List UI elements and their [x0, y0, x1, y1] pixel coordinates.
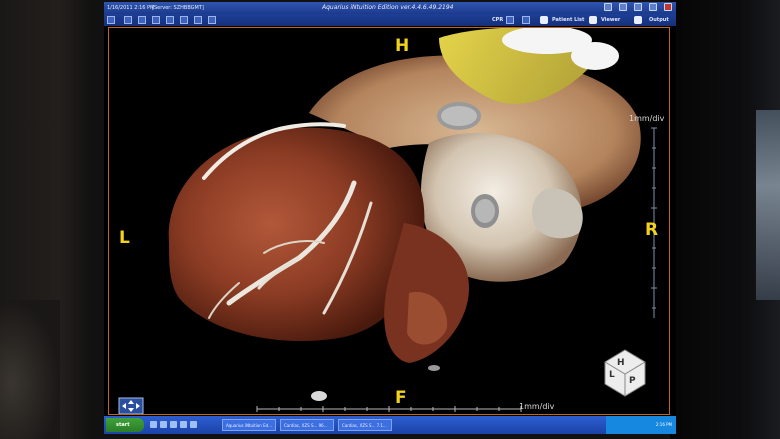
quick-launch-icon[interactable] [180, 421, 187, 428]
quick-launch-icon[interactable] [150, 421, 157, 428]
function-icon[interactable] [522, 16, 530, 24]
system-tray-clock: 2:16 PM [606, 416, 676, 434]
rotate-tool-icon[interactable] [180, 16, 188, 24]
taskbar-item[interactable]: Cardiac, XZS S... 7.1... [338, 419, 392, 431]
zoom-tool-icon[interactable] [124, 16, 132, 24]
scale-bottom-label: 1mm/div [519, 402, 555, 411]
viewer-toolbar: CPR Patient List Viewer Output [104, 14, 676, 26]
annotate-tool-icon[interactable] [208, 16, 216, 24]
os-taskbar: start Aquarius iNtuition Ed... Cardiac, … [104, 416, 676, 434]
server-name: [Server: SZHBBGMT] [152, 5, 204, 11]
heart-volume-render [118, 28, 657, 414]
quick-launch-icon[interactable] [190, 421, 197, 428]
patient-list-button[interactable]: Patient List [552, 14, 584, 26]
arrows-tool-icon[interactable] [107, 16, 115, 24]
start-button[interactable]: start [106, 418, 144, 432]
cpr-add-icon[interactable] [506, 16, 514, 24]
taskbar-item[interactable]: Aquarius iNtuition Ed... [222, 419, 276, 431]
cube-letter-l: L [609, 370, 615, 380]
cpr-mode-label[interactable]: CPR [492, 14, 503, 26]
cube-letter-h: H [617, 358, 625, 368]
settings-icon[interactable] [619, 3, 627, 11]
orientation-right-label: R [645, 220, 659, 240]
taskbar-item[interactable]: Cardiac, XZS S... 96... [280, 419, 334, 431]
patient-list-icon[interactable] [540, 16, 548, 24]
ambient-light [0, 300, 60, 439]
monitor-screen: 1/16/2011 2:16 PM [Server: SZHBBGMT] Aqu… [104, 2, 676, 434]
3d-render-viewport[interactable]: H F L R 1mm/div 1mm/div H L P [108, 27, 670, 415]
quick-launch-icon[interactable] [160, 421, 167, 428]
pan-tool-icon[interactable] [138, 16, 146, 24]
output-button[interactable]: Output [649, 14, 669, 26]
redo-icon[interactable] [166, 16, 174, 24]
viewer-button[interactable]: Viewer [601, 14, 620, 26]
orientation-left-label: L [119, 228, 130, 248]
room-background-left [0, 0, 100, 439]
output-icon[interactable] [634, 16, 642, 24]
undo-icon[interactable] [152, 16, 160, 24]
home-icon[interactable] [604, 3, 612, 11]
close-icon[interactable] [664, 3, 672, 11]
cube-letter-p: P [629, 376, 636, 386]
window-light [756, 110, 780, 300]
minimize-icon[interactable] [649, 3, 657, 11]
viewer-icon[interactable] [589, 16, 597, 24]
title-bar: 1/16/2011 2:16 PM [Server: SZHBBGMT] Aqu… [104, 2, 676, 14]
orientation-bottom-label: F [395, 388, 407, 408]
orientation-top-label: H [395, 36, 410, 56]
measure-tool-icon[interactable] [194, 16, 202, 24]
help-icon[interactable] [634, 3, 642, 11]
scale-right-label: 1mm/div [629, 114, 665, 123]
room-background-right [670, 0, 780, 439]
navigation-pad [118, 397, 144, 414]
app-title: Aquarius iNtuition Edition ver.4.4.6.49.… [322, 4, 454, 11]
date-time: 1/16/2011 2:16 PM [107, 5, 155, 11]
quick-launch-icon[interactable] [170, 421, 177, 428]
